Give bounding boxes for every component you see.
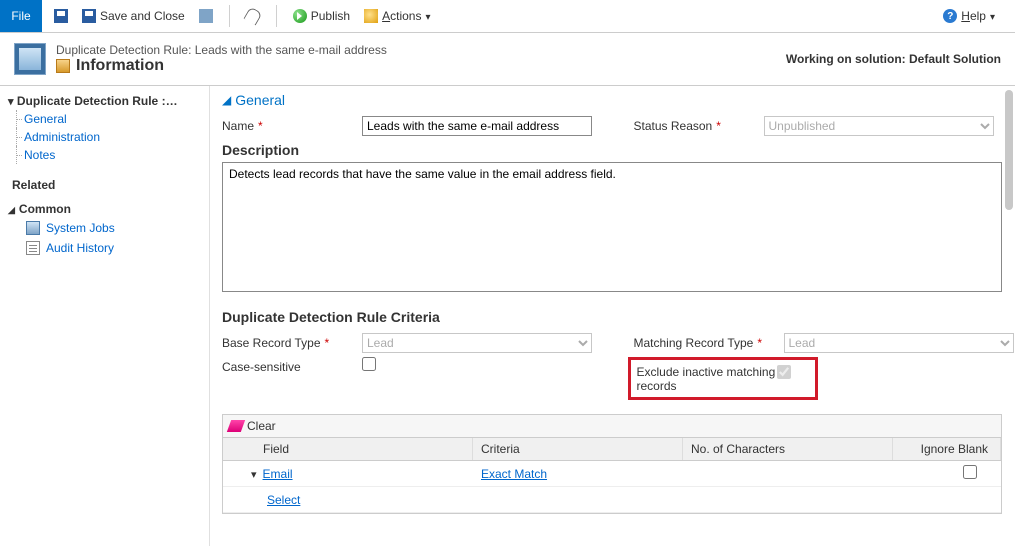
sidebar-breadcrumb[interactable]: Duplicate Detection Rule :…	[8, 92, 209, 110]
entity-icon	[14, 43, 46, 75]
form-icon	[56, 59, 70, 73]
sidebar-item-audit-history[interactable]: Audit History	[8, 238, 209, 258]
system-jobs-icon	[26, 221, 40, 235]
name-label: Name*	[222, 116, 362, 136]
solution-context: Working on solution: Default Solution	[786, 52, 1001, 66]
publish-label: Publish	[311, 9, 350, 23]
chars-cell	[683, 470, 893, 478]
base-record-type-label: Base Record Type*	[222, 333, 362, 353]
col-chars: No. of Characters	[683, 438, 893, 460]
grid-header: Field Criteria No. of Characters Ignore …	[223, 438, 1001, 461]
sidebar-item-notes[interactable]: Notes	[8, 146, 209, 164]
save-close-icon	[82, 9, 96, 23]
grid-row: Select	[223, 487, 1001, 513]
form-name: Information	[56, 57, 387, 75]
ignore-blank-checkbox[interactable]	[963, 465, 977, 479]
description-label: Description	[222, 142, 1015, 158]
save-as-button[interactable]	[195, 7, 217, 25]
chevron-down-icon	[425, 9, 432, 23]
file-menu[interactable]: File	[0, 0, 42, 32]
description-input[interactable]	[222, 162, 1002, 292]
clear-button[interactable]: Clear	[247, 419, 276, 433]
save-as-icon	[199, 9, 213, 23]
record-title: Duplicate Detection Rule: Leads with the…	[56, 43, 387, 57]
name-input[interactable]	[362, 116, 592, 136]
audit-icon	[26, 241, 40, 255]
exclude-inactive-checkbox[interactable]	[777, 365, 791, 379]
attach-button[interactable]	[242, 7, 264, 25]
criteria-toolbar: Clear	[222, 414, 1002, 438]
matching-record-type-label: Matching Record Type*	[634, 333, 784, 353]
grid-row: Email Exact Match	[223, 461, 1001, 487]
clear-icon	[227, 420, 245, 432]
help-label: Help	[961, 9, 986, 23]
save-and-close-button[interactable]: Save and Close	[78, 7, 189, 25]
form-header: Duplicate Detection Rule: Leads with the…	[0, 33, 1015, 86]
field-link[interactable]: Email	[263, 467, 293, 481]
base-record-type-select[interactable]: Lead	[362, 333, 592, 353]
scrollbar[interactable]	[1005, 90, 1013, 210]
sidebar: Duplicate Detection Rule :… General Admi…	[0, 86, 210, 546]
sidebar-item-general[interactable]: General	[8, 110, 209, 128]
actions-label: Actions	[382, 9, 421, 23]
sidebar-item-system-jobs[interactable]: System Jobs	[8, 218, 209, 238]
status-reason-select[interactable]: Unpublished	[764, 116, 994, 136]
sidebar-item-administration[interactable]: Administration	[8, 128, 209, 146]
case-sensitive-checkbox[interactable]	[362, 357, 376, 371]
save-button[interactable]	[50, 7, 72, 25]
case-sensitive-label: Case-sensitive	[222, 357, 362, 400]
row-expand-icon[interactable]	[251, 467, 257, 481]
save-close-label: Save and Close	[100, 9, 185, 23]
help-icon: ?	[943, 9, 957, 23]
publish-icon	[293, 9, 307, 23]
paperclip-icon	[243, 6, 262, 25]
col-ignore-blank: Ignore Blank	[893, 438, 1001, 460]
status-reason-label: Status Reason*	[634, 116, 764, 136]
select-link[interactable]: Select	[267, 493, 300, 507]
matching-record-type-select[interactable]: Lead	[784, 333, 1014, 353]
save-icon	[54, 9, 68, 23]
common-header[interactable]: Common	[8, 196, 209, 218]
col-field: Field	[223, 438, 473, 460]
criteria-grid: Field Criteria No. of Characters Ignore …	[222, 438, 1002, 514]
actions-icon	[364, 9, 378, 23]
section-general[interactable]: ◢General	[222, 92, 1015, 108]
highlight-annotation: Exclude inactive matching records	[628, 357, 818, 400]
chevron-down-icon	[990, 9, 997, 23]
actions-menu[interactable]: Actions	[360, 7, 436, 25]
criteria-link[interactable]: Exact Match	[481, 467, 547, 481]
ribbon: File Save and Close Publish Actions ? He…	[0, 0, 1015, 33]
help-menu[interactable]: ? Help	[943, 0, 1005, 32]
criteria-header: Duplicate Detection Rule Criteria	[222, 309, 1015, 325]
form-content: ◢General Name* Status Reason* Unpublishe…	[210, 86, 1015, 546]
related-header: Related	[8, 164, 209, 196]
publish-button[interactable]: Publish	[289, 7, 354, 25]
col-criteria: Criteria	[473, 438, 683, 460]
exclude-inactive-label: Exclude inactive matching records	[637, 362, 777, 393]
